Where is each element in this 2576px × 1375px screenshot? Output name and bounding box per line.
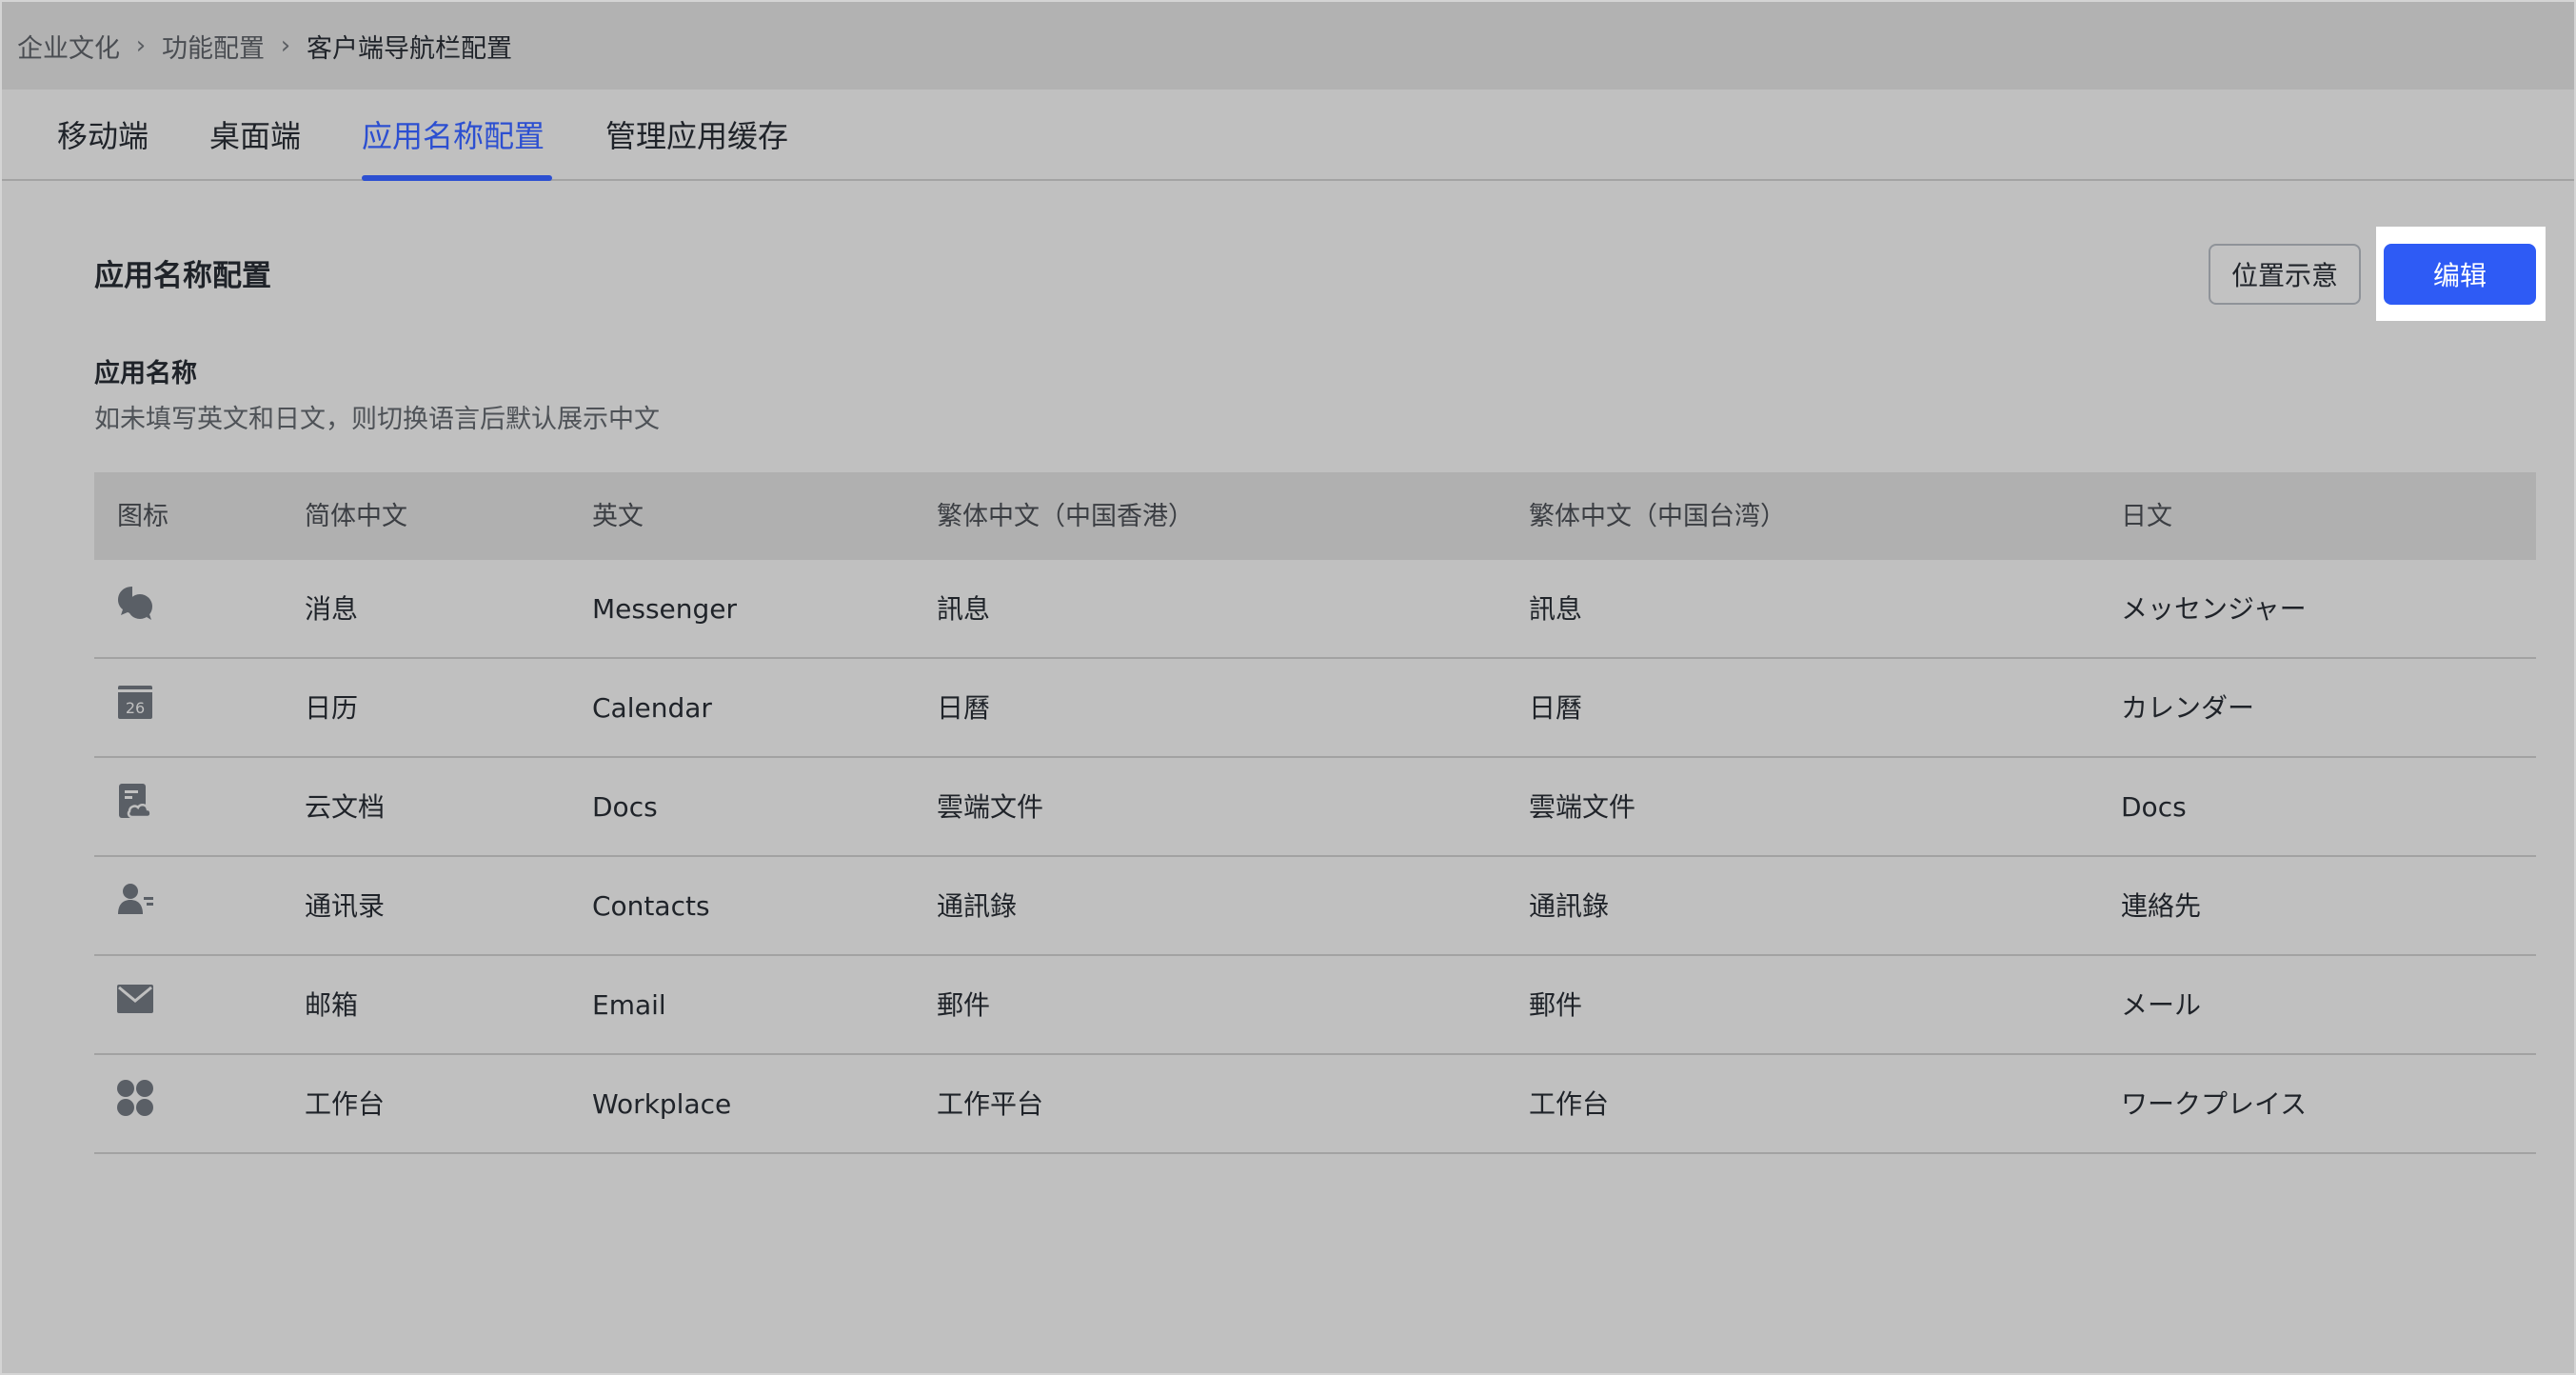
- column-header-en: 英文: [592, 502, 644, 531]
- cell-en: Messenger: [592, 593, 738, 625]
- svg-text:26: 26: [126, 699, 145, 717]
- section-title: 应用名称配置: [94, 259, 271, 293]
- cell-zh-cn: 消息: [305, 593, 359, 625]
- app-name-heading: 应用名称: [94, 359, 197, 389]
- docs-icon: [115, 781, 155, 821]
- cell-en: Docs: [592, 791, 658, 823]
- cell-zh-tw: 通訊錄: [1529, 890, 1610, 922]
- chevron-right-icon: ›: [135, 31, 147, 60]
- table-row: 通讯录 Contacts 通訊錄 通訊錄 連絡先: [94, 857, 2536, 956]
- cell-zh-tw: 日曆: [1529, 692, 1583, 724]
- cell-ja: カレンダー: [2121, 692, 2255, 724]
- cell-ja: 連絡先: [2121, 890, 2202, 922]
- email-icon: [115, 979, 155, 1019]
- cell-en: Calendar: [592, 692, 712, 724]
- messenger-icon: [115, 583, 155, 623]
- calendar-icon: 26: [115, 682, 155, 722]
- cell-en: Workplace: [592, 1088, 732, 1120]
- table-row: 邮箱 Email 郵件 郵件 メール: [94, 956, 2536, 1055]
- table-header: 图标 简体中文 英文 繁体中文（中国香港） 繁体中文（中国台湾） 日文: [94, 472, 2536, 560]
- cell-zh-cn: 日历: [305, 692, 359, 724]
- cell-zh-tw: 郵件: [1529, 989, 1583, 1021]
- chevron-right-icon: ›: [280, 31, 291, 60]
- tab-desktop[interactable]: 桌面端: [209, 90, 301, 179]
- column-header-zh-tw: 繁体中文（中国台湾）: [1529, 502, 1786, 531]
- breadcrumb: 企业文化 › 功能配置 › 客户端导航栏配置: [2, 2, 2574, 90]
- cell-zh-hk: 訊息: [937, 593, 991, 625]
- cell-ja: Docs: [2121, 791, 2187, 823]
- cell-zh-hk: 工作平台: [937, 1088, 1044, 1120]
- cell-zh-cn: 通讯录: [305, 890, 386, 922]
- workplace-icon: [115, 1078, 155, 1118]
- breadcrumb-item-feature-config[interactable]: 功能配置: [162, 28, 265, 65]
- cell-zh-cn: 邮箱: [305, 989, 359, 1021]
- cell-ja: ワークプレイス: [2121, 1088, 2308, 1120]
- column-header-zh-cn: 简体中文: [305, 502, 407, 531]
- cell-ja: メッセンジャー: [2121, 593, 2307, 625]
- tab-manage-app-cache[interactable]: 管理应用缓存: [605, 90, 788, 179]
- tab-app-name-config[interactable]: 应用名称配置: [362, 90, 545, 179]
- app-name-description: 如未填写英文和日文，则切换语言后默认展示中文: [94, 405, 660, 434]
- cell-ja: メール: [2121, 989, 2202, 1021]
- cell-zh-tw: 訊息: [1529, 593, 1583, 625]
- breadcrumb-item-current: 客户端导航栏配置: [307, 33, 512, 64]
- table-row: 26 日历 Calendar 日曆 日曆 カレンダー: [94, 659, 2536, 758]
- cell-zh-cn: 工作台: [305, 1088, 386, 1120]
- column-header-zh-hk: 繁体中文（中国香港）: [937, 502, 1194, 531]
- app-name-table: 图标 简体中文 英文 繁体中文（中国香港） 繁体中文（中国台湾） 日文 消息 M…: [94, 472, 2536, 1154]
- edit-button[interactable]: 编辑: [2384, 244, 2536, 305]
- cell-zh-cn: 云文档: [305, 791, 386, 823]
- cell-zh-tw: 工作台: [1529, 1088, 1610, 1120]
- cell-en: Contacts: [592, 890, 710, 922]
- table-row: 云文档 Docs 雲端文件 雲端文件 Docs: [94, 758, 2536, 857]
- cell-zh-hk: 通訊錄: [937, 890, 1018, 922]
- cell-zh-hk: 郵件: [937, 989, 991, 1021]
- active-tab-indicator: [362, 175, 552, 181]
- table-row: 消息 Messenger 訊息 訊息 メッセンジャー: [94, 560, 2536, 659]
- position-preview-button[interactable]: 位置示意: [2209, 244, 2361, 305]
- column-header-icon: 图标: [117, 502, 168, 531]
- cell-zh-hk: 日曆: [937, 692, 991, 724]
- breadcrumb-item-culture[interactable]: 企业文化: [17, 28, 120, 65]
- column-header-ja: 日文: [2121, 502, 2172, 531]
- cell-zh-tw: 雲端文件: [1529, 791, 1636, 823]
- app-window: 企业文化 › 功能配置 › 客户端导航栏配置 移动端 桌面端 应用名称配置 管理…: [0, 0, 2576, 1375]
- contacts-icon: [115, 880, 155, 920]
- table-row: 工作台 Workplace 工作平台 工作台 ワークプレイス: [94, 1055, 2536, 1154]
- tab-bar: 移动端 桌面端 应用名称配置 管理应用缓存: [2, 90, 2574, 181]
- tab-mobile[interactable]: 移动端: [57, 90, 149, 179]
- cell-en: Email: [592, 989, 666, 1021]
- cell-zh-hk: 雲端文件: [937, 791, 1044, 823]
